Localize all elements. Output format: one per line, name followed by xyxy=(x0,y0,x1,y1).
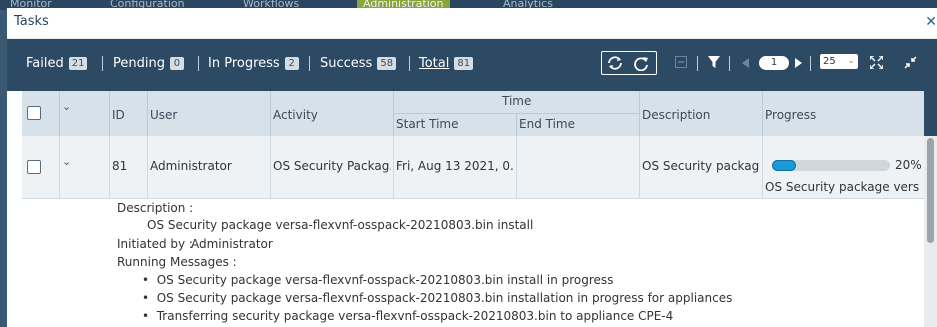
cell-user: Administrator xyxy=(150,159,232,173)
list-item: • OS Security package versa-flexvnf-ossp… xyxy=(142,273,614,287)
list-item: • OS Security package versa-flexvnf-ossp… xyxy=(142,291,733,305)
pending-label: Pending xyxy=(113,56,165,71)
column-header-user[interactable]: User xyxy=(150,108,177,122)
divider xyxy=(102,56,103,71)
close-icon[interactable]: ✕ xyxy=(925,14,937,30)
success-count-badge: 58 xyxy=(377,57,397,70)
total-filter[interactable]: Total 81 xyxy=(419,56,474,71)
prev-page-icon[interactable] xyxy=(742,58,749,68)
table-header: ⌄ ID User Activity Time Start Time End T… xyxy=(22,91,924,136)
column-header-start-time[interactable]: Start Time xyxy=(396,117,459,131)
success-filter[interactable]: Success 58 xyxy=(320,56,397,71)
per-page-value: 25 xyxy=(823,56,836,67)
scrollbar-thumb[interactable] xyxy=(927,138,934,243)
divider xyxy=(409,56,410,71)
cell-id: 81 xyxy=(112,159,128,173)
tasks-table: ⌄ ID User Activity Time Start Time End T… xyxy=(22,91,937,327)
in-progress-filter[interactable]: In Progress 2 xyxy=(208,56,299,71)
vertical-scrollbar[interactable] xyxy=(924,136,937,327)
page-number-input[interactable]: 1 xyxy=(759,56,789,70)
cell-start-time: Fri, Aug 13 2021, 0... xyxy=(396,159,514,173)
divider xyxy=(309,56,310,71)
in-progress-count-badge: 2 xyxy=(284,57,299,70)
per-page-select[interactable]: 25 ⌄ xyxy=(820,54,858,69)
chevron-down-icon[interactable]: ⌄ xyxy=(62,100,71,113)
column-header-time: Time xyxy=(502,94,532,108)
initiated-by-value: Administrator xyxy=(191,237,273,251)
running-messages-label: Running Messages : xyxy=(117,255,237,269)
column-header-end-time[interactable]: End Time xyxy=(519,117,575,131)
list-item: • Transferring security package versa-fl… xyxy=(142,309,674,323)
pending-count-badge: 0 xyxy=(169,57,184,70)
initiated-by-label: Initiated by : xyxy=(117,237,193,251)
column-header-description[interactable]: Description xyxy=(642,108,710,122)
description-value: OS Security package versa-flexvnf-osspac… xyxy=(147,218,534,232)
success-label: Success xyxy=(320,56,373,71)
select-all-checkbox[interactable] xyxy=(27,106,41,120)
column-header-activity[interactable]: Activity xyxy=(273,108,318,122)
refresh-group xyxy=(601,51,657,75)
progress-percent: 20% xyxy=(895,158,922,172)
chevron-down-icon: ⌄ xyxy=(847,56,855,66)
chevron-down-icon[interactable]: ⌄ xyxy=(62,155,71,168)
divider xyxy=(729,56,730,71)
cell-activity: OS Security Packag... xyxy=(273,159,391,173)
description-label: Description : xyxy=(117,201,194,215)
progress-status-text: OS Security package vers... xyxy=(765,180,920,194)
dialog-titlebar: Tasks ✕ xyxy=(7,8,937,39)
progress-fill xyxy=(772,160,796,171)
minimize-icon[interactable] xyxy=(904,56,917,69)
divider xyxy=(697,56,698,71)
dialog-title: Tasks xyxy=(14,14,49,29)
refresh-icon[interactable] xyxy=(606,55,624,71)
total-label[interactable]: Total xyxy=(419,56,449,71)
next-page-icon[interactable] xyxy=(795,58,802,68)
task-detail-panel: Description : OS Security package versa-… xyxy=(22,199,924,327)
total-count-badge: 81 xyxy=(454,57,474,70)
failed-count-badge: 21 xyxy=(68,57,88,70)
divider xyxy=(810,56,811,71)
row-checkbox[interactable] xyxy=(27,160,41,174)
reload-icon[interactable] xyxy=(632,55,650,71)
table-row[interactable]: ⌄ 81 Administrator OS Security Packag...… xyxy=(22,136,924,199)
tasks-dialog: Tasks ✕ Failed 21 Pending 0 In Progress 2 S… xyxy=(7,8,937,327)
collapse-icon[interactable] xyxy=(675,56,687,68)
filter-icon[interactable] xyxy=(708,56,720,69)
column-header-id[interactable]: ID xyxy=(112,108,125,122)
tasks-toolbar: Failed 21 Pending 0 In Progress 2 Success 58… xyxy=(7,39,937,91)
pending-filter[interactable]: Pending 0 xyxy=(113,56,184,71)
failed-label: Failed xyxy=(26,56,64,71)
cell-description: OS Security packag... xyxy=(642,159,760,173)
failed-filter[interactable]: Failed 21 xyxy=(26,56,88,71)
divider xyxy=(198,56,199,71)
in-progress-label: In Progress xyxy=(208,56,280,71)
column-header-progress[interactable]: Progress xyxy=(765,108,816,122)
progress-bar xyxy=(772,160,890,171)
expand-icon[interactable] xyxy=(870,56,883,69)
